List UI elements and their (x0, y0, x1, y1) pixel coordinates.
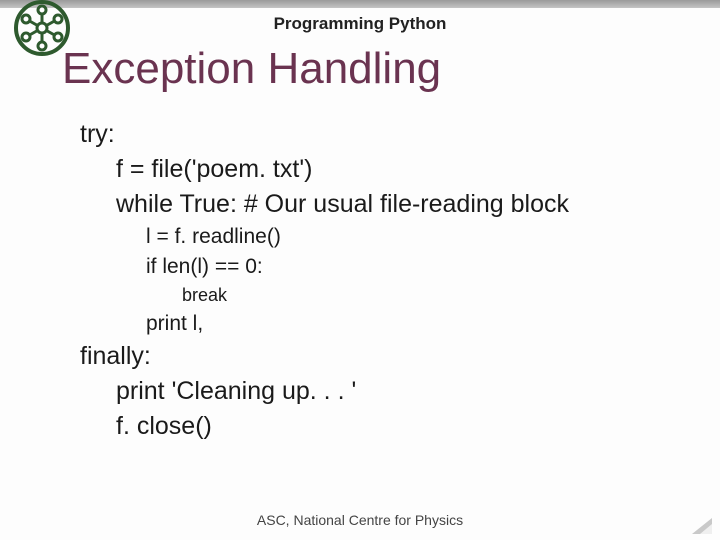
slide: Programming Python Exception Handling tr… (0, 0, 720, 540)
code-line: try: (80, 118, 680, 151)
code-line: l = f. readline() (146, 223, 680, 251)
code-line: while True: # Our usual file-reading blo… (116, 188, 680, 221)
top-bar (0, 0, 720, 8)
code-line: print l, (146, 310, 680, 338)
code-line: finally: (80, 340, 680, 373)
code-line: break (182, 283, 680, 307)
code-line: print 'Cleaning up. . . ' (116, 375, 680, 408)
footer-text: ASC, National Centre for Physics (0, 512, 720, 528)
page-title: Exception Handling (62, 44, 441, 94)
page-curl-icon (692, 518, 712, 534)
code-line: f = file('poem. txt') (116, 153, 680, 186)
code-line: f. close() (116, 410, 680, 443)
header-title: Programming Python (0, 14, 720, 34)
code-block: try: f = file('poem. txt') while True: #… (80, 116, 680, 445)
code-line: if len(l) == 0: (146, 253, 680, 281)
